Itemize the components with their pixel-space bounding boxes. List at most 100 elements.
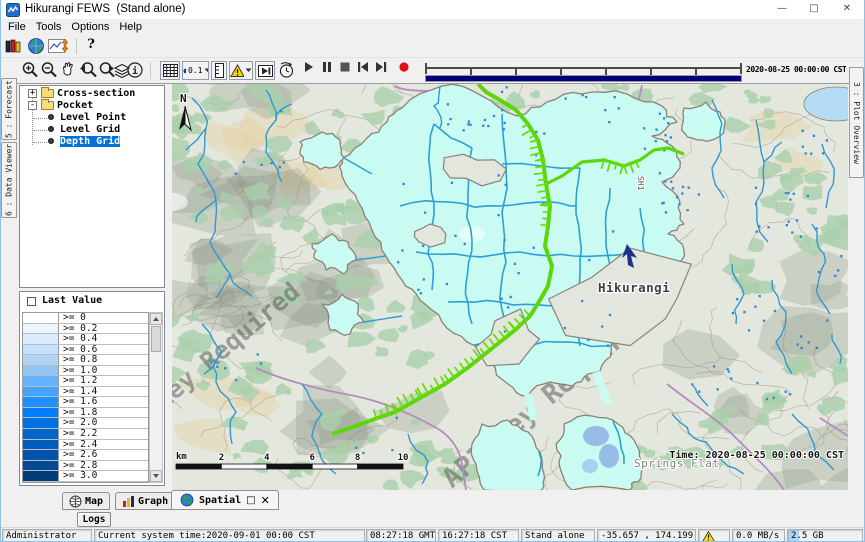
warning-dropdown[interactable] (229, 61, 253, 80)
explorer-button[interactable] (4, 37, 22, 55)
last-value-checkbox[interactable] (27, 297, 36, 306)
legend-label: >= 2.4 (59, 440, 97, 450)
tree-item-level-point[interactable]: Level Point (20, 112, 164, 124)
map-viewport[interactable]: API Key Required API Key Required SH1 Hi… (172, 84, 848, 490)
legend-label: >= 1.6 (59, 397, 97, 407)
legend-swatch (23, 471, 59, 481)
tab-spatial[interactable]: Spatial □ ✕ (171, 490, 279, 510)
timestep-button[interactable] (277, 61, 296, 80)
legend-label: >= 2.2 (59, 429, 97, 439)
bottom-tab-bar: Map Graph Spatial □ ✕ (0, 490, 865, 510)
pan-button[interactable] (58, 61, 77, 80)
scale-bar-button[interactable] (211, 61, 227, 80)
sidebar-tab-data-viewer[interactable]: 6 : Data Viewer (1, 142, 17, 218)
status-system-time: Current system time:2020-09-01 00:00 CST (94, 529, 365, 542)
chevron-down-icon (204, 68, 208, 73)
play-icon (303, 61, 315, 73)
graph-icon (122, 495, 135, 508)
legend-swatch (23, 482, 59, 483)
legend-label: >= 1.4 (59, 387, 97, 397)
sidebar-tab-forecast[interactable]: 5 : Forecast (1, 78, 17, 140)
legend-swatch (23, 408, 59, 418)
legend-swatch (23, 387, 59, 397)
legend-swatch (23, 313, 59, 323)
lake (804, 87, 848, 121)
collapse-icon[interactable]: - (28, 101, 37, 110)
tab-graph-label: Graph (138, 496, 168, 507)
last-timestep-button[interactable] (374, 61, 388, 73)
sidebar-tab-plot-overview[interactable]: 3 : Plot Overview (849, 67, 864, 178)
skip-start-icon (356, 61, 370, 73)
legend-scrollbar[interactable] (149, 312, 163, 483)
tree-item-level-grid[interactable]: Level Grid (20, 124, 164, 136)
folder-icon (41, 101, 54, 110)
expand-icon[interactable]: + (28, 89, 37, 98)
map-display-button[interactable] (27, 37, 45, 55)
status-warning-cell (698, 529, 730, 542)
animation-button[interactable] (255, 61, 275, 80)
scrollbar-thumb[interactable] (151, 326, 161, 352)
status-memory: 2.5 GB (787, 529, 863, 542)
tab-map[interactable]: Map (62, 492, 110, 510)
tree-connector (33, 118, 47, 119)
play-box-icon (258, 65, 273, 77)
tree-connector (33, 142, 47, 143)
first-timestep-button[interactable] (356, 61, 370, 73)
legend-label: >= 2.6 (59, 450, 97, 460)
tab-graph[interactable]: Graph (115, 492, 175, 510)
tree-item-depth-grid[interactable]: Depth Grid (20, 136, 164, 148)
legend-label: >= 1.0 (59, 366, 97, 376)
info-button[interactable]: i (126, 61, 145, 80)
map-globe-icon (69, 495, 82, 508)
timeline-range-bar[interactable] (425, 75, 742, 82)
timeseries-dialog-button[interactable] (48, 37, 69, 55)
menu-item-file[interactable]: File (3, 20, 31, 36)
menu-item-tools[interactable]: Tools (31, 20, 67, 36)
legend-label: >= 0.2 (59, 324, 97, 334)
legend-label: >= 0 (59, 313, 86, 323)
grid-display-button[interactable] (160, 61, 180, 80)
scale-labels: 246810 (219, 453, 409, 463)
threshold-value: 0.1 (188, 66, 202, 75)
legend-swatch (23, 376, 59, 386)
zoom-in-icon (21, 61, 40, 80)
pause-icon (321, 61, 333, 73)
zoom-out-button[interactable] (40, 61, 59, 80)
help-button[interactable]: ? (84, 37, 98, 52)
timeline-slider[interactable] (425, 62, 742, 82)
app-logo-icon (6, 3, 20, 17)
scroll-down-button[interactable] (150, 470, 162, 482)
legend-swatch (23, 355, 59, 365)
record-icon (398, 61, 410, 73)
legend-label: >= 0.6 (59, 345, 97, 355)
info-icon: i (126, 61, 145, 80)
close-button[interactable]: ✕ (833, 0, 861, 18)
zoom-in-button[interactable] (21, 61, 40, 80)
stop-button[interactable] (339, 61, 351, 73)
legend-swatch (23, 450, 59, 460)
minimize-button[interactable]: — (768, 0, 796, 18)
spatial-globe-icon (180, 493, 194, 507)
scroll-up-button[interactable] (150, 313, 162, 325)
tree-item-pocket[interactable]: - Pocket (20, 100, 164, 112)
legend-swatch (23, 324, 59, 334)
logs-button[interactable]: Logs (77, 512, 111, 527)
pane-restore-button[interactable]: □ (246, 495, 255, 506)
maximize-button[interactable]: □ (800, 0, 828, 18)
record-button[interactable] (398, 61, 410, 73)
warning-icon (702, 531, 715, 542)
legend-swatch (23, 397, 59, 407)
zoom-previous-button[interactable] (78, 61, 99, 80)
menu-item-options[interactable]: Options (66, 20, 114, 36)
pause-button[interactable] (321, 61, 333, 73)
legend-panel: Last Value >= 0>= 0.2>= 0.4>= 0.6>= 0.8>… (19, 291, 165, 486)
ruler-icon (215, 63, 224, 78)
threshold-dropdown[interactable]: 0.1 (182, 61, 209, 80)
status-mode: Stand alone (521, 529, 595, 542)
play-button[interactable] (303, 61, 315, 73)
scale-bar: km 246810 (176, 452, 408, 469)
pane-close-button[interactable]: ✕ (261, 494, 270, 507)
menu-item-help[interactable]: Help (114, 20, 147, 36)
legend-label: >= 1.2 (59, 376, 97, 386)
legend-label: >= 2.8 (59, 461, 97, 471)
